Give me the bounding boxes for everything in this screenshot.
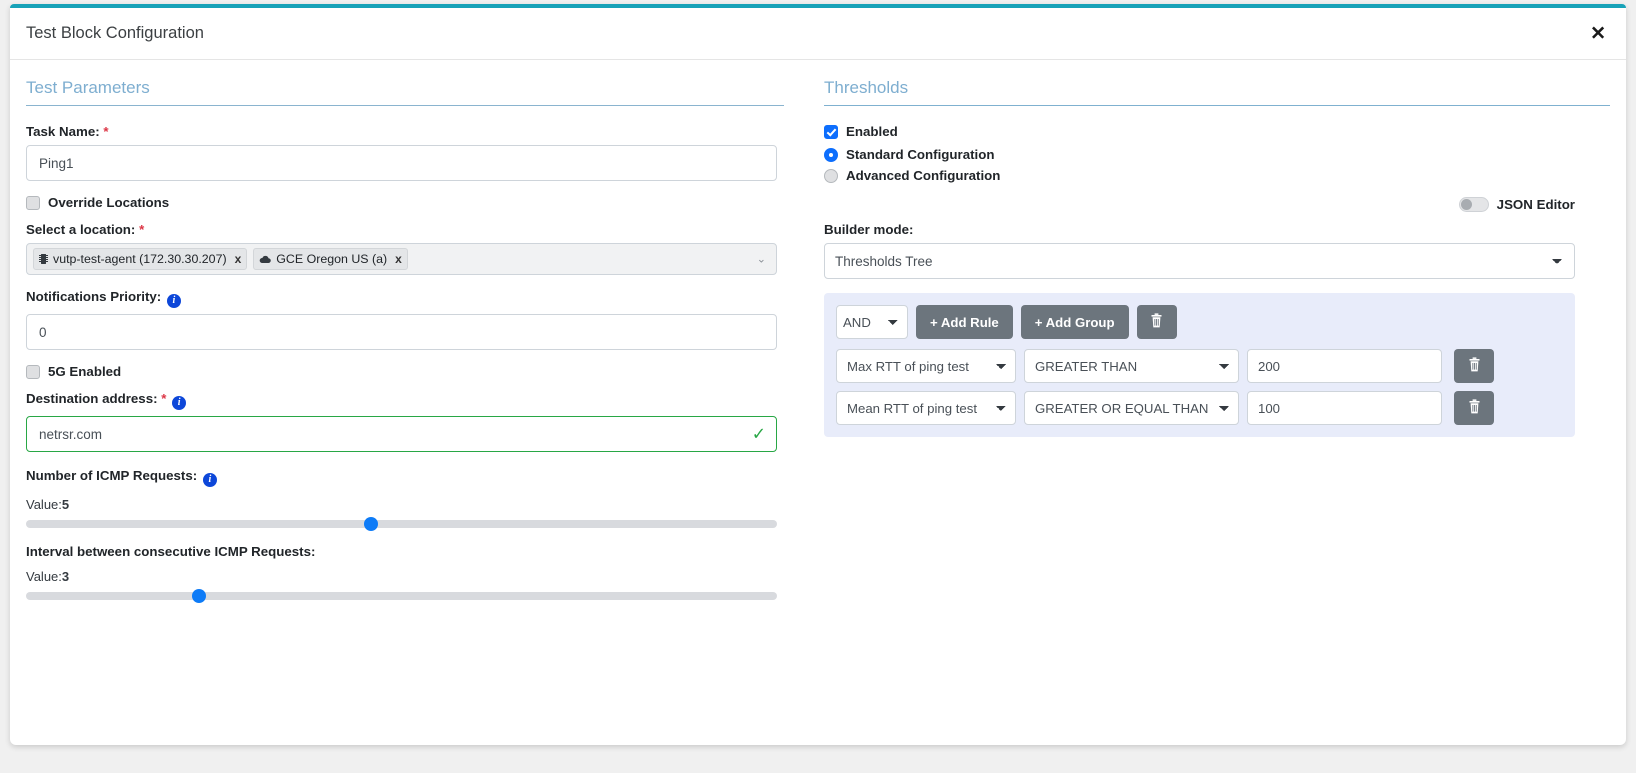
notifications-priority-label-text: Notifications Priority:: [26, 289, 162, 304]
section-title-test-parameters: Test Parameters: [26, 78, 784, 106]
info-icon[interactable]: i: [202, 473, 217, 487]
destination-address-label-text: Destination address:: [26, 391, 158, 406]
select-location-multiselect[interactable]: vutp-test-agent (172.30.30.207) x GCE Or…: [26, 243, 777, 275]
add-group-button[interactable]: + Add Group: [1020, 305, 1129, 339]
destination-address-input[interactable]: [26, 416, 777, 452]
group-operator-select[interactable]: [836, 305, 908, 339]
cloud-icon: [259, 255, 272, 264]
standard-configuration-row[interactable]: Standard Configuration: [824, 147, 1610, 162]
destination-address-input-wrap: ✓: [26, 416, 777, 452]
location-tag-label: GCE Oregon US (a): [276, 252, 388, 266]
dialog-header: Test Block Configuration ✕: [10, 8, 1626, 60]
destination-address-label: Destination address: * i: [26, 391, 784, 410]
icmp-requests-value-display: Value:5: [26, 497, 784, 512]
delete-rule-button[interactable]: [1454, 349, 1494, 383]
json-editor-toggle[interactable]: [1458, 197, 1489, 212]
builder-toolbar: + Add Rule + Add Group: [836, 305, 1563, 339]
location-tag[interactable]: GCE Oregon US (a) x: [253, 248, 408, 270]
override-locations-label: Override Locations: [48, 195, 170, 210]
standard-configuration-radio[interactable]: [824, 147, 838, 162]
builder-mode-field-group: Builder mode:: [824, 222, 1610, 279]
icmp-requests-value: 5: [61, 497, 70, 512]
info-icon[interactable]: i: [166, 294, 181, 308]
advanced-configuration-row[interactable]: Advanced Configuration: [824, 168, 1610, 183]
location-tag[interactable]: vutp-test-agent (172.30.30.207) x: [33, 248, 248, 270]
server-chip-icon: [39, 253, 48, 265]
table-row: [836, 349, 1563, 383]
icmp-interval-slider-thumb[interactable]: [191, 589, 206, 603]
icmp-requests-slider-thumb[interactable]: [364, 517, 379, 531]
rule-operator-select[interactable]: [1024, 349, 1239, 383]
icmp-requests-slider-group: Number of ICMP Requests: i Value:5: [26, 468, 784, 531]
rule-operator-select[interactable]: [1024, 391, 1239, 425]
advanced-configuration-label: Advanced Configuration: [846, 168, 1001, 183]
thresholds-rule-builder: + Add Rule + Add Group: [824, 293, 1575, 437]
delete-rule-button[interactable]: [1454, 391, 1494, 425]
location-tag-remove-icon[interactable]: x: [235, 252, 242, 266]
five-g-enabled-checkbox[interactable]: [26, 364, 40, 379]
required-asterisk: *: [103, 124, 109, 139]
valid-check-icon: ✓: [751, 424, 766, 444]
trash-icon: [1468, 357, 1481, 375]
icmp-requests-value-prefix: Value:: [26, 497, 62, 512]
five-g-enabled-label: 5G Enabled: [48, 364, 122, 379]
task-name-label-text: Task Name:: [26, 124, 100, 139]
task-name-input[interactable]: [26, 145, 777, 181]
builder-mode-select[interactable]: [824, 243, 1575, 279]
test-block-configuration-dialog: Test Block Configuration ✕ Test Paramete…: [10, 4, 1626, 745]
icmp-requests-slider[interactable]: [26, 517, 777, 531]
select-location-field-group: Select a location: * vutp-test-agent (17…: [26, 222, 784, 275]
location-tag-label: vutp-test-agent (172.30.30.207): [53, 252, 227, 266]
icmp-interval-label: Interval between consecutive ICMP Reques…: [26, 544, 784, 559]
task-name-label: Task Name: *: [26, 124, 784, 139]
select-location-label-text: Select a location:: [26, 222, 136, 237]
dialog-body: Test Parameters Task Name: * Override Lo…: [10, 60, 1626, 745]
standard-configuration-label: Standard Configuration: [846, 147, 995, 162]
rule-field-select[interactable]: [836, 391, 1016, 425]
icmp-requests-label: Number of ICMP Requests: i: [26, 468, 784, 487]
trash-icon: [1150, 313, 1163, 331]
thresholds-enabled-checkbox[interactable]: [824, 124, 838, 139]
notifications-priority-input[interactable]: [26, 314, 777, 350]
chevron-down-icon: ⌄: [756, 253, 766, 266]
page-title: Test Block Configuration: [26, 24, 204, 42]
delete-group-button[interactable]: [1136, 305, 1177, 339]
advanced-configuration-radio[interactable]: [824, 168, 838, 183]
json-editor-toggle-row: JSON Editor: [824, 197, 1575, 212]
five-g-enabled-row[interactable]: 5G Enabled: [26, 364, 784, 379]
table-row: [836, 391, 1563, 425]
override-locations-row[interactable]: Override Locations: [26, 195, 784, 210]
info-icon[interactable]: i: [172, 396, 187, 410]
location-tag-remove-icon[interactable]: x: [395, 252, 402, 266]
icmp-interval-slider[interactable]: [26, 589, 777, 603]
icmp-requests-label-text: Number of ICMP Requests:: [26, 468, 198, 483]
trash-icon: [1468, 399, 1481, 417]
required-asterisk: *: [139, 222, 145, 237]
thresholds-column: Thresholds Enabled Standard Configuratio…: [800, 60, 1626, 745]
test-parameters-column: Test Parameters Task Name: * Override Lo…: [10, 60, 800, 745]
builder-mode-label: Builder mode:: [824, 222, 914, 237]
rule-value-input[interactable]: [1247, 391, 1442, 425]
icmp-interval-slider-group: Interval between consecutive ICMP Reques…: [26, 544, 784, 603]
notifications-priority-label: Notifications Priority: i: [26, 289, 784, 308]
section-title-thresholds: Thresholds: [824, 78, 1610, 106]
icmp-interval-value-prefix: Value:: [26, 569, 62, 584]
select-location-label: Select a location: *: [26, 222, 784, 237]
icmp-interval-value-display: Value:3: [26, 569, 784, 584]
add-rule-button[interactable]: + Add Rule: [916, 305, 1013, 339]
toggle-knob: [1460, 199, 1472, 210]
override-locations-checkbox[interactable]: [26, 195, 40, 210]
notifications-priority-field-group: Notifications Priority: i: [26, 289, 784, 350]
close-icon[interactable]: ✕: [1586, 22, 1610, 45]
icmp-interval-label-text: Interval between consecutive ICMP Reques…: [26, 544, 316, 559]
task-name-field-group: Task Name: *: [26, 124, 784, 181]
thresholds-enabled-row[interactable]: Enabled: [824, 124, 1610, 139]
rule-field-select[interactable]: [836, 349, 1016, 383]
rule-value-input[interactable]: [1247, 349, 1442, 383]
required-asterisk: *: [161, 391, 167, 406]
json-editor-label: JSON Editor: [1496, 197, 1575, 212]
thresholds-enabled-label: Enabled: [846, 124, 898, 139]
icmp-interval-value: 3: [61, 569, 70, 584]
destination-address-field-group: Destination address: * i ✓: [26, 391, 784, 452]
